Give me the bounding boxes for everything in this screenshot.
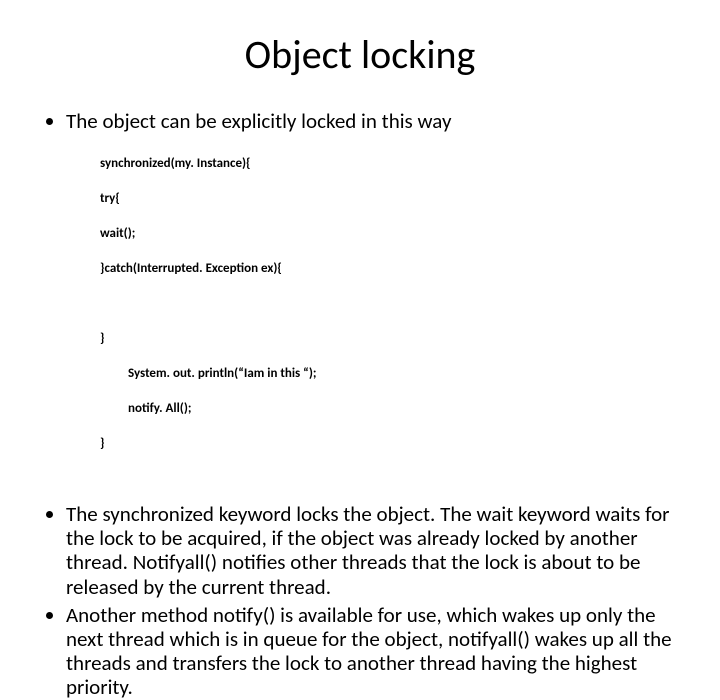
bullet-list: The object can be explicitly locked in t… (30, 109, 690, 699)
intro-bullet: The object can be explicitly locked in t… (66, 109, 690, 488)
code-line: synchronized(my. Instance){ (100, 155, 690, 173)
code-block: synchronized(my. Instance){ try{ wait();… (66, 137, 690, 488)
slide-title: Object locking (30, 30, 690, 79)
slide: Object locking The object can be explici… (0, 0, 720, 540)
paragraph-bullet-1: The synchronized keyword locks the objec… (66, 502, 690, 599)
code-line: notify. All(); (100, 400, 690, 418)
paragraph-bullet-2: Another method notify() is available for… (66, 603, 690, 700)
code-line: try{ (100, 190, 690, 208)
code-line: System. out. println(“Iam in this “); (100, 365, 690, 383)
code-line: wait(); (100, 225, 690, 243)
intro-text: The object can be explicitly locked in t… (66, 108, 451, 134)
code-line: }catch(Interrupted. Exception ex){ (100, 260, 690, 278)
code-line: } (100, 330, 690, 348)
code-line: } (100, 435, 690, 453)
code-line (100, 295, 690, 313)
